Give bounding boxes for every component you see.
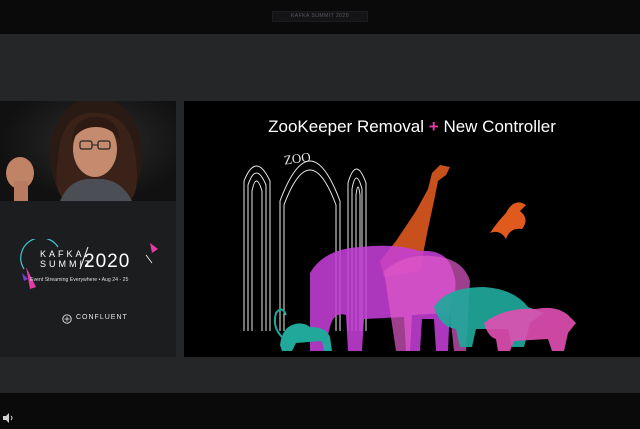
zoo-illustration: ZOO (243, 149, 576, 351)
kafka-summit-logo: KAFKA SUMMIT 2020 Event Streaming Everyw… (18, 239, 168, 299)
confluent-logo-icon (62, 314, 72, 324)
confluent-wordmark: CONFLUENT (76, 314, 128, 321)
top-bar: KAFKA SUMMIT 2020 (0, 0, 640, 34)
speaker-video (0, 101, 176, 201)
event-branding-panel: KAFKA SUMMIT 2020 Event Streaming Everyw… (0, 201, 176, 357)
zoo-sign: ZOO (283, 149, 312, 168)
event-year: 2020 (84, 251, 131, 272)
video-caption: KAFKA SUMMIT 2020 (272, 11, 368, 22)
speaker-image (6, 101, 142, 201)
volume-icon (3, 413, 13, 423)
player-controls-bar (0, 393, 640, 427)
event-tagline: Event Streaming Everywhere • Aug 24 - 25 (30, 277, 129, 283)
kafka-word: KAFKA (40, 249, 85, 259)
volume-button[interactable] (2, 411, 16, 423)
bird-icon (490, 202, 526, 239)
presentation-slide: ZooKeeper Removal + New Controller ZOO (184, 101, 640, 357)
